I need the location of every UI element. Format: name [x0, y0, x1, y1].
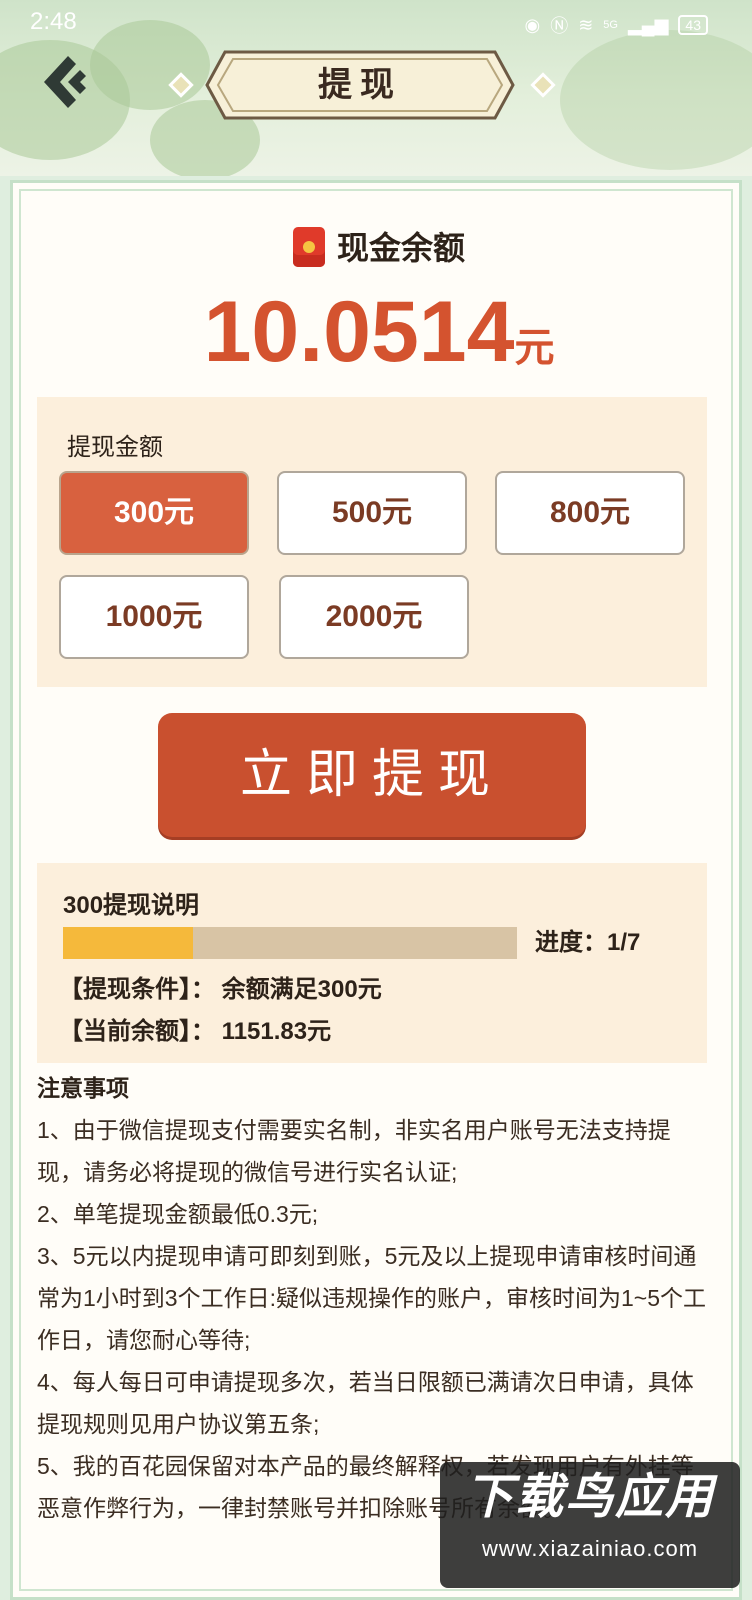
- foliage-decoration: [90, 20, 210, 110]
- note-item: 4、每人每日可申请提现多次，若当日限额已满请次日申请，具体提现规则见用户协议第五…: [37, 1369, 694, 1437]
- watermark-url: www.xiazainiao.com: [481, 1536, 699, 1561]
- amount-option-2000[interactable]: 2000元: [279, 575, 469, 659]
- explanation-panel: 300提现说明 进度：1/7 【提现条件】： 余额满足300元 【当前余额】： …: [37, 863, 707, 1063]
- balance-unit: 元: [514, 326, 555, 370]
- note-item: 2、单笔提现金额最低0.3元;: [37, 1201, 319, 1227]
- amount-panel: 提现金额 300元 500元 800元 1000元 2000元: [37, 397, 707, 687]
- amount-option-500[interactable]: 500元: [277, 471, 467, 555]
- signal-label: 5G: [603, 19, 618, 31]
- withdraw-condition: 【提现条件】： 余额满足300元: [59, 976, 382, 1003]
- amount-option-800[interactable]: 800元: [495, 471, 685, 555]
- progress-label: 进度：1/7: [535, 929, 641, 956]
- balance-number: 10.0514: [203, 284, 515, 380]
- page-title: 提现: [318, 65, 402, 105]
- foliage-decoration: [560, 30, 752, 170]
- status-icons: ◉ Ⓝ ≋ 5G ▂▄▆ 43: [524, 12, 708, 38]
- notes-title: 注意事项: [37, 1075, 129, 1101]
- back-arrow-icon[interactable]: [40, 52, 90, 112]
- eye-icon: ◉: [524, 14, 541, 35]
- amount-title: 提现金额: [67, 434, 163, 461]
- note-item: 3、5元以内提现申请可即刻到账，5元及以上提现申请审核时间通常为1小时到3个工作…: [37, 1243, 706, 1353]
- wifi-icon: ≋: [578, 14, 594, 35]
- current-balance: 【当前余额】： 1151.83元: [59, 1018, 332, 1045]
- nfc-icon: Ⓝ: [550, 16, 569, 36]
- balance-label-row: 现金余额: [13, 223, 745, 269]
- withdraw-card: 现金余额 10.0514元 提现金额 300元 500元 800元 1000元 …: [10, 180, 742, 1600]
- amount-option-300[interactable]: 300元: [59, 471, 249, 555]
- note-item: 1、由于微信提现支付需要实名制，非实名用户账号无法支持提现，请务必将提现的微信号…: [37, 1117, 671, 1185]
- progress-bar: [63, 927, 517, 959]
- status-time: 2:48: [30, 8, 77, 35]
- progress-fill: [63, 927, 193, 959]
- balance-amount: 10.0514元: [13, 283, 745, 382]
- signal-icon: ▂▄▆: [627, 14, 669, 35]
- amount-option-1000[interactable]: 1000元: [59, 575, 249, 659]
- withdraw-now-button[interactable]: 立即提现: [158, 713, 586, 837]
- watermark-text: 下载鸟应用: [464, 1471, 715, 1524]
- red-packet-icon: [292, 227, 325, 267]
- watermark: 下载鸟应用 www.xiazainiao.com: [440, 1462, 740, 1588]
- balance-label: 现金余额: [336, 230, 465, 266]
- battery-icon: 43: [678, 15, 708, 35]
- explanation-title: 300提现说明: [63, 892, 200, 919]
- notes-section: 注意事项 1、由于微信提现支付需要实名制，非实名用户账号无法支持提现，请务必将提…: [37, 1067, 713, 1529]
- header: 2:48 ◉ Ⓝ ≋ 5G ▂▄▆ 43 提现: [0, 0, 752, 176]
- diamond-ornament: [530, 72, 556, 98]
